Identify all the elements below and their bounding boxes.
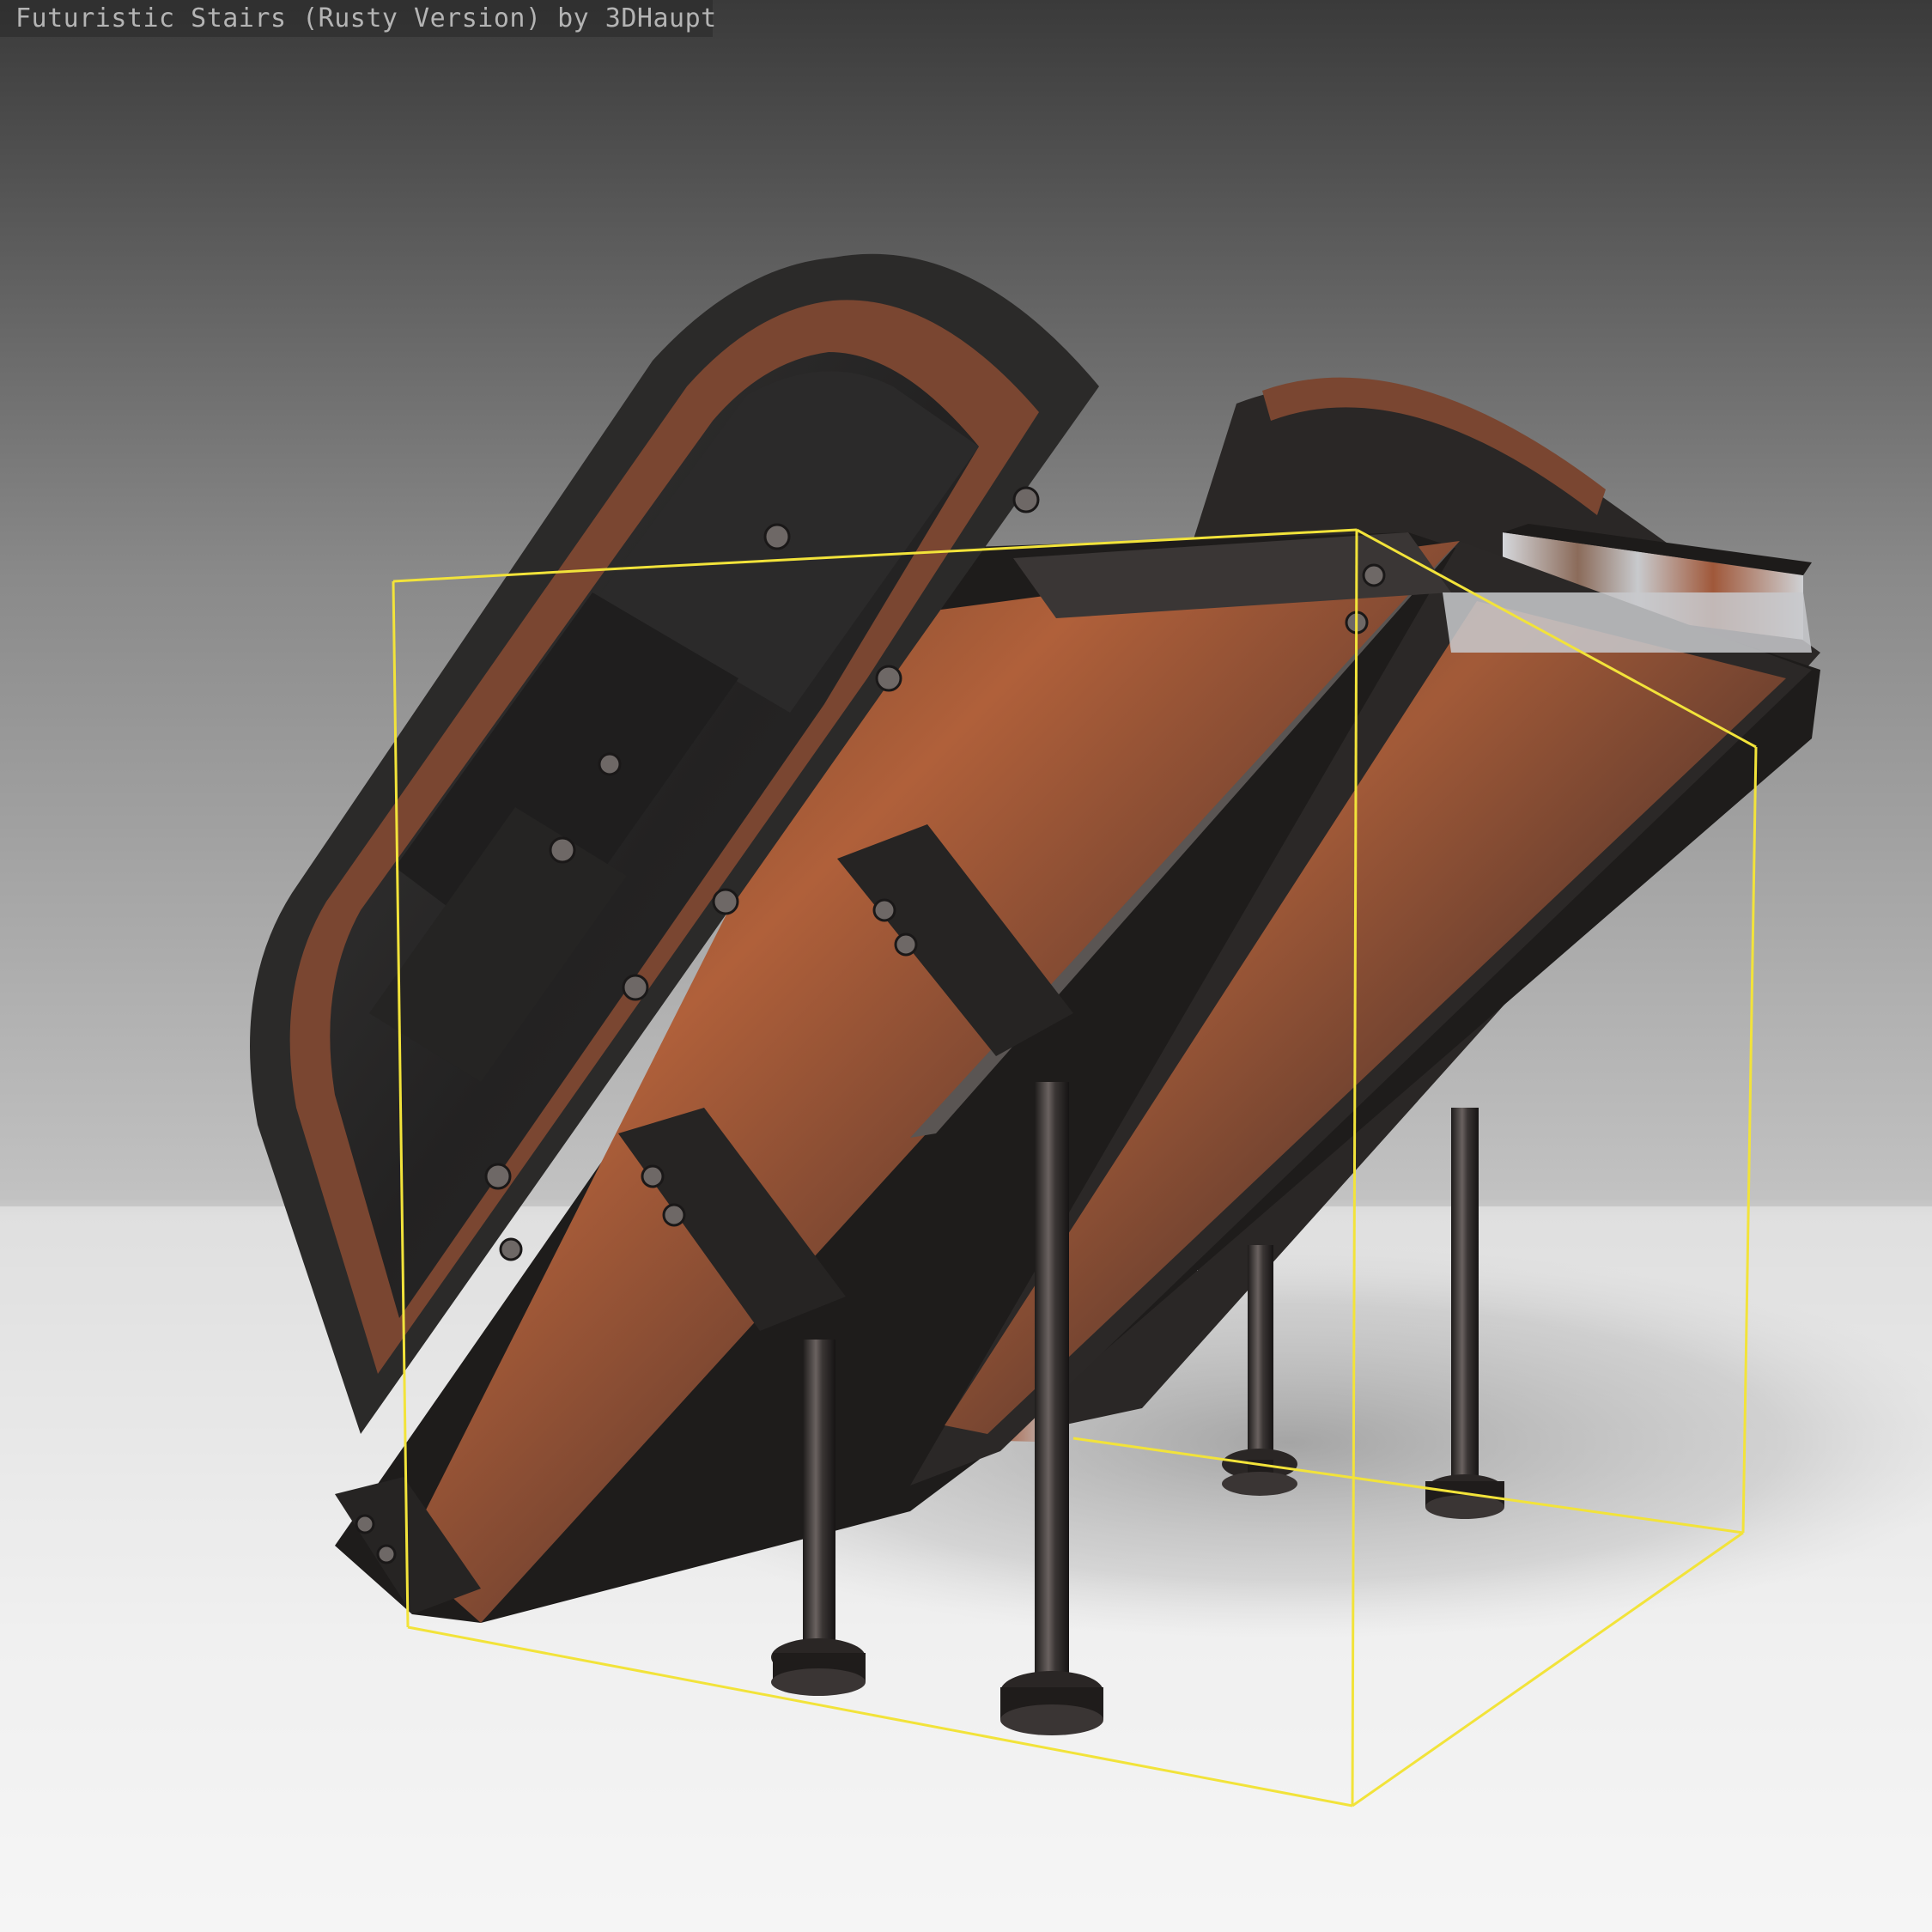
model-title: Futuristic Stairs (Rusty Version) by 3DH… bbox=[15, 3, 717, 33]
viewer-title-bar: Futuristic Stairs (Rusty Version) by 3DH… bbox=[0, 0, 716, 37]
3d-viewport[interactable]: Futuristic Stairs (Rusty Version) by 3DH… bbox=[0, 0, 1932, 1932]
scene-render bbox=[0, 0, 1932, 1932]
